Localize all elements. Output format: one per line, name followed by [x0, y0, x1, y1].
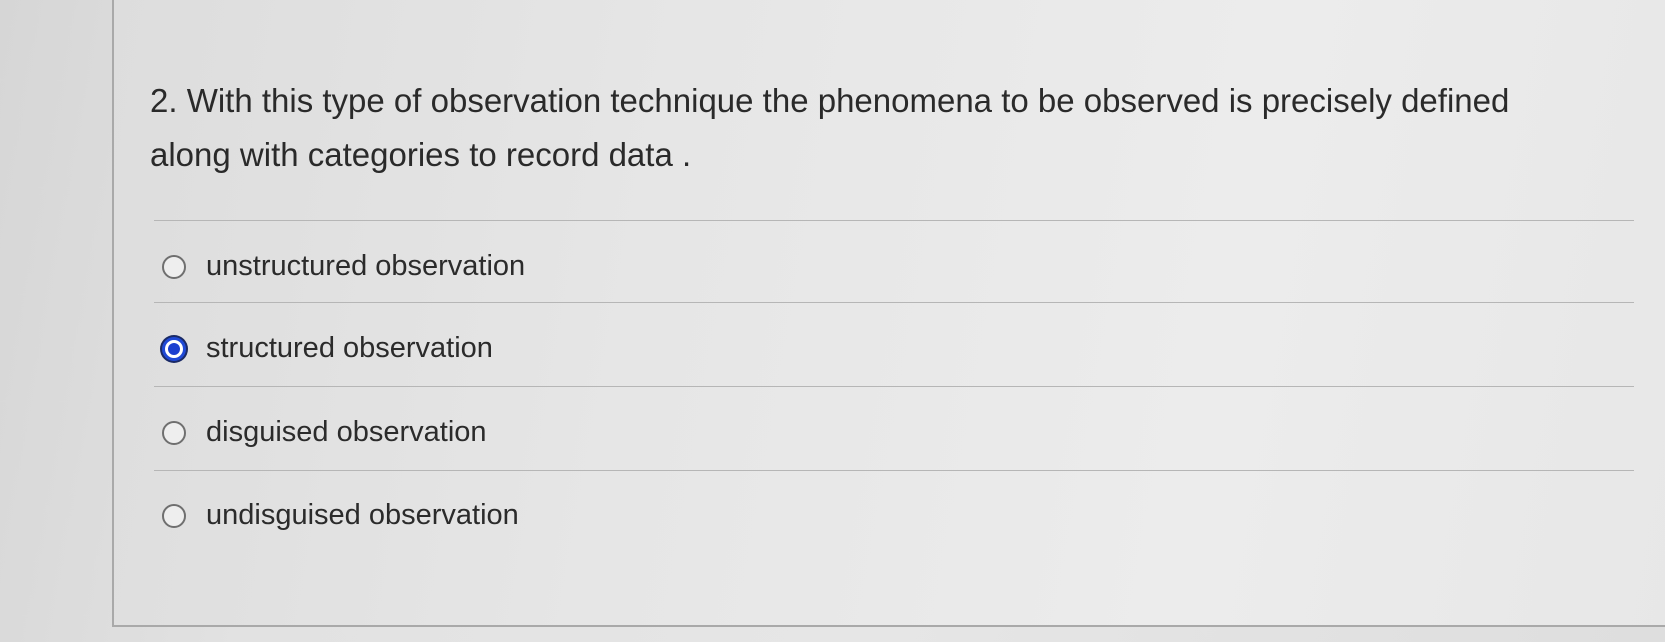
radio-unselected-icon[interactable] — [162, 420, 186, 445]
divider — [154, 386, 1634, 387]
question-text: 2. With this type of observation techniq… — [150, 82, 1510, 173]
option-structured-observation[interactable]: structured observation — [162, 332, 493, 365]
option-undisguised-observation[interactable]: undisguised observation — [162, 499, 519, 532]
question-card: 2. With this type of observation techniq… — [112, 0, 1665, 627]
option-label: undisguised observation — [206, 499, 519, 531]
radio-selected-icon[interactable] — [162, 336, 186, 361]
divider — [154, 470, 1634, 471]
divider — [154, 302, 1634, 303]
option-unstructured-observation[interactable]: unstructured observation — [162, 250, 525, 283]
radio-unselected-icon[interactable] — [162, 503, 186, 528]
option-label: structured observation — [206, 332, 493, 364]
divider — [154, 220, 1634, 221]
option-label: disguised observation — [206, 416, 487, 448]
option-label: unstructured observation — [206, 250, 526, 282]
radio-unselected-icon[interactable] — [162, 254, 186, 279]
option-disguised-observation[interactable]: disguised observation — [162, 416, 487, 449]
